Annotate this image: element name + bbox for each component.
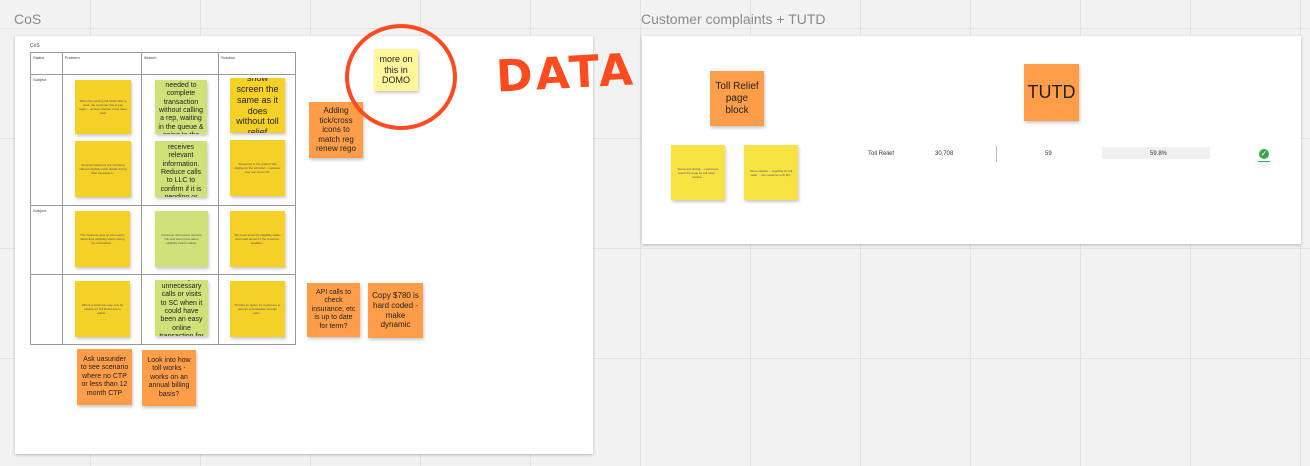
domo-highlight-circle — [345, 24, 457, 130]
sticky-note[interactable]: Where a customer may only be eligible fo… — [75, 281, 130, 337]
frame-title-complaints[interactable]: Customer complaints + TUTD — [641, 11, 826, 27]
check-underline — [1258, 161, 1270, 162]
sticky-note[interactable]: When the existing toll notice fails to c… — [75, 80, 131, 134]
sticky-note[interactable]: Customer will receive relevant info and … — [155, 211, 208, 267]
divider — [996, 146, 997, 162]
table-header-status: Status — [30, 52, 63, 75]
sticky-note[interactable]: Some vehicle ... eligibility for toll re… — [744, 145, 798, 200]
sticky-note[interactable]: Ask uasunder to see scenario where no CT… — [77, 349, 132, 405]
sticky-note[interactable]: Some text during ... customers reach the… — [671, 145, 725, 200]
sticky-note[interactable]: Adding tick/cross icons to match reg ren… — [309, 102, 363, 158]
frame-title-cos[interactable]: CoS — [14, 11, 41, 27]
sticky-note[interactable]: TUTD — [1024, 64, 1079, 121]
sticky-note[interactable]: The customer gets no information about t… — [75, 211, 130, 267]
table-row-label: Subject — [30, 205, 63, 275]
table-row-label: Subject — [30, 74, 63, 206]
metric-percent: 59.8% — [1150, 151, 1168, 157]
sticky-note[interactable]: We could show the eligibility status and… — [230, 211, 285, 267]
metric-count: 30,708 — [935, 151, 954, 157]
sticky-note[interactable]: This is resulting in unnecessary calls o… — [155, 280, 208, 336]
sticky-note[interactable]: Customer will know what is needed to com… — [155, 80, 207, 134]
complaints-frame[interactable] — [642, 36, 1301, 244]
table-header-search: Search — [140, 52, 219, 75]
sticky-note[interactable]: Copy $780 is hard coded - make dynamic — [368, 283, 423, 338]
sticky-note[interactable]: Response in the green if still eligible … — [230, 140, 285, 196]
table-header-problem: Problem — [61, 52, 142, 75]
metric-value: 59 — [1045, 151, 1052, 157]
table-caption: CoS — [30, 43, 40, 49]
table-header-solution: Solution — [217, 52, 297, 75]
sticky-note[interactable]: Look into how toll works - works on an a… — [142, 350, 196, 406]
sticky-note[interactable]: Toll Relief page block — [710, 71, 764, 126]
sticky-note[interactable]: Several customers are not being offered … — [75, 141, 131, 197]
sticky-note[interactable]: Provide an option for customers to attem… — [230, 281, 285, 337]
data-annotation[interactable]: DATA — [495, 44, 637, 102]
check-circle-icon: ✓ — [1259, 149, 1269, 159]
sticky-note[interactable]: API calls to check insurance, etc is up … — [307, 283, 360, 337]
sticky-note[interactable]: Easier digital transactions. Customer re… — [155, 141, 207, 197]
sticky-note[interactable]: show screen the same as it does without … — [230, 78, 285, 133]
metric-label: Toll Relief — [868, 151, 895, 157]
